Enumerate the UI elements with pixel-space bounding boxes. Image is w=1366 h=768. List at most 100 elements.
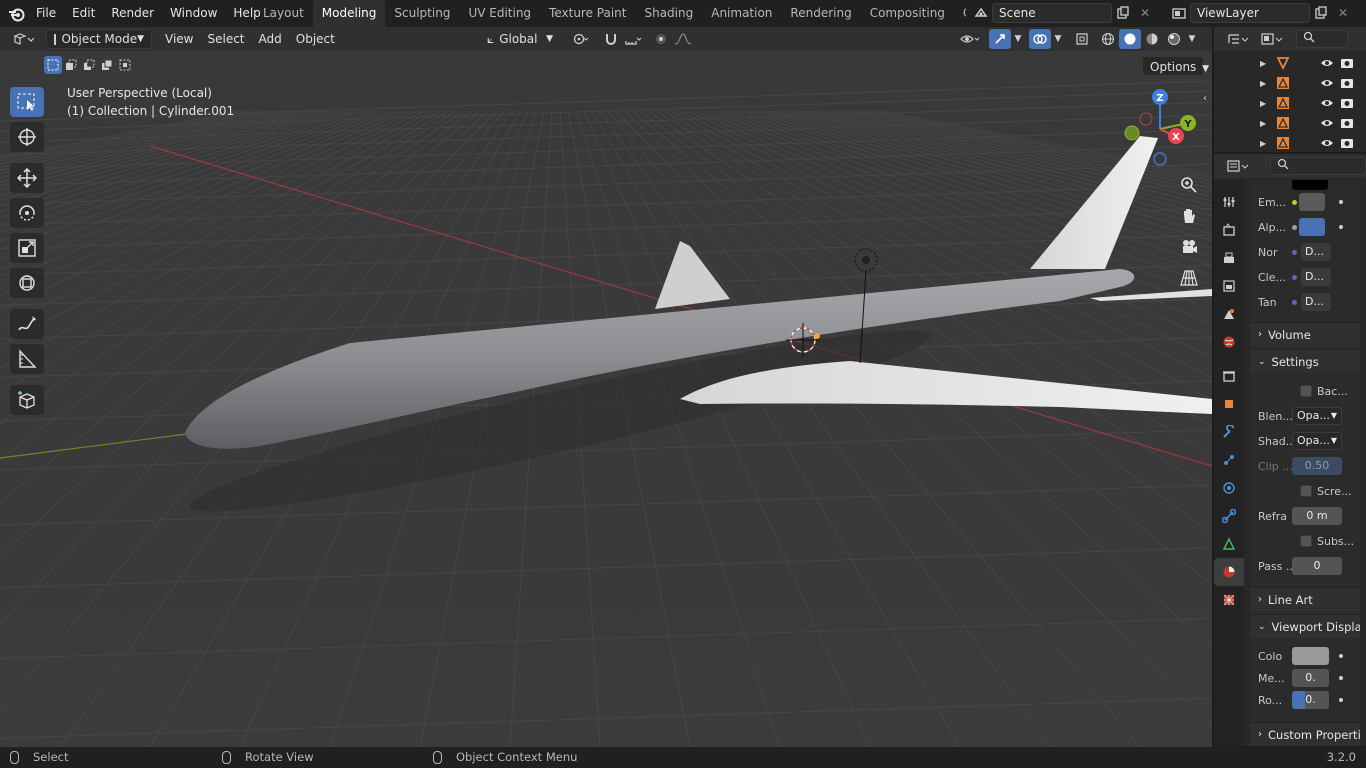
pan-hand-icon[interactable]: [1175, 202, 1203, 230]
select-box-icon[interactable]: [10, 87, 44, 117]
keyframe-dot-icon[interactable]: [1339, 654, 1343, 658]
wireframe-shading-icon[interactable]: [1097, 29, 1119, 49]
disclosure-triangle-icon[interactable]: ▶: [1260, 119, 1266, 128]
annotate-icon[interactable]: [10, 309, 44, 339]
keyframe-dot-icon[interactable]: [1339, 698, 1343, 702]
menu-render[interactable]: Render: [103, 0, 162, 27]
pass-index-field[interactable]: 0: [1292, 557, 1342, 575]
tab-rendering[interactable]: Rendering: [781, 0, 860, 27]
proportional-edit-icon[interactable]: [650, 29, 672, 49]
perspective-toggle-icon[interactable]: [1175, 264, 1203, 292]
viewport-color-swatch[interactable]: [1292, 647, 1329, 665]
new-scene-icon[interactable]: [1112, 3, 1134, 23]
eye-icon[interactable]: [1320, 136, 1334, 153]
view-layer-tab-icon[interactable]: [1214, 272, 1244, 300]
menu-add[interactable]: Add: [252, 29, 289, 49]
menu-file[interactable]: File: [28, 0, 64, 27]
options-button[interactable]: Options ▼: [1142, 56, 1209, 76]
camera-render-icon[interactable]: [1340, 136, 1354, 153]
outliner-row[interactable]: ▶: [1214, 73, 1366, 93]
outliner-search-field[interactable]: [1296, 30, 1348, 48]
editor-type-icon[interactable]: [8, 29, 40, 49]
outliner-row[interactable]: ▶: [1214, 53, 1366, 73]
menu-view[interactable]: View: [158, 29, 200, 49]
blender-logo-icon[interactable]: [8, 6, 26, 25]
material-tab-icon[interactable]: [1214, 558, 1244, 586]
remove-scene-icon[interactable]: ✕: [1134, 3, 1156, 23]
navigation-gizmo[interactable]: Z Y X: [1118, 87, 1202, 171]
keyframe-dot-icon[interactable]: [1339, 200, 1343, 204]
camera-render-icon[interactable]: [1340, 56, 1354, 73]
subsurface-translucency-checkbox[interactable]: [1300, 535, 1312, 547]
tab-layout[interactable]: Layout: [254, 0, 313, 27]
menu-window[interactable]: Window: [162, 0, 225, 27]
visibility-icon[interactable]: [955, 29, 985, 49]
solid-shading-icon[interactable]: [1119, 29, 1141, 49]
shadow-mode-select[interactable]: Opa... ▼: [1292, 432, 1342, 450]
modifier-tab-icon[interactable]: [1214, 418, 1244, 446]
remove-viewlayer-icon[interactable]: ✕: [1332, 3, 1354, 23]
falloff-icon[interactable]: [672, 29, 694, 49]
normal-field[interactable]: D...: [1301, 243, 1331, 261]
camera-render-icon[interactable]: [1340, 116, 1354, 133]
line-art-panel-header[interactable]: › Line Art: [1250, 587, 1360, 611]
keyframe-dot-icon[interactable]: [1339, 676, 1343, 680]
emission-color-field[interactable]: [1299, 193, 1325, 211]
camera-view-icon[interactable]: [1175, 233, 1203, 261]
properties-editor-type-icon[interactable]: [1222, 156, 1254, 176]
properties-search-field[interactable]: [1270, 157, 1366, 175]
3d-viewport[interactable]: User Perspective (Local) (1) Collection …: [0, 51, 1212, 747]
tab-modeling[interactable]: Modeling: [312, 0, 386, 27]
display-mode-icon[interactable]: [1256, 29, 1288, 49]
volume-panel-header[interactable]: › Volume: [1250, 322, 1360, 346]
select-subtract-icon[interactable]: [80, 56, 98, 74]
physics-tab-icon[interactable]: [1214, 474, 1244, 502]
object-tab-icon[interactable]: [1214, 390, 1244, 418]
overlays-dropdown-icon[interactable]: ▼: [1051, 29, 1065, 49]
menu-object[interactable]: Object: [289, 29, 342, 49]
outliner-editor-type-icon[interactable]: [1222, 29, 1254, 49]
data-tab-icon[interactable]: [1214, 530, 1244, 558]
scene-tab-icon[interactable]: [1214, 300, 1244, 328]
eye-icon[interactable]: [1320, 56, 1334, 73]
measure-icon[interactable]: [10, 344, 44, 374]
render-tab-icon[interactable]: [1214, 216, 1244, 244]
constraints-tab-icon[interactable]: [1214, 502, 1244, 530]
viewport-display-panel-header[interactable]: ⌄ Viewport Display: [1250, 614, 1360, 638]
move-icon[interactable]: [10, 163, 44, 193]
disclosure-triangle-icon[interactable]: ▶: [1260, 79, 1266, 88]
orientation-selector[interactable]: ⟀ Global ▼: [480, 29, 560, 49]
mode-selector[interactable]: Object Mode ▼: [46, 29, 152, 49]
world-tab-icon[interactable]: [1214, 328, 1244, 356]
tab-texture-paint[interactable]: Texture Paint: [540, 0, 635, 27]
scene-icon[interactable]: [970, 3, 992, 23]
keyframe-dot-icon[interactable]: [1339, 225, 1343, 229]
add-cube-icon[interactable]: [10, 385, 44, 415]
blend-mode-select[interactable]: Opa... ▼: [1292, 407, 1342, 425]
disclosure-triangle-icon[interactable]: ▶: [1260, 59, 1266, 68]
transform-icon[interactable]: [10, 268, 44, 298]
select-new-icon[interactable]: [44, 56, 62, 74]
tab-uv-editing[interactable]: UV Editing: [459, 0, 540, 27]
backface-culling-checkbox[interactable]: [1300, 385, 1312, 397]
outliner-row[interactable]: ▶: [1214, 133, 1366, 153]
scale-icon[interactable]: [10, 233, 44, 263]
scene-name-field[interactable]: Scene: [992, 3, 1112, 23]
material-shading-icon[interactable]: [1141, 29, 1163, 49]
disclosure-triangle-icon[interactable]: ▶: [1260, 99, 1266, 108]
tab-animation[interactable]: Animation: [702, 0, 781, 27]
menu-select[interactable]: Select: [200, 29, 251, 49]
select-intersect-icon[interactable]: [116, 56, 134, 74]
gizmo-toggle-icon[interactable]: [989, 29, 1011, 49]
base-color-swatch[interactable]: [1292, 180, 1328, 190]
snap-icon[interactable]: [600, 29, 622, 49]
snap-target-icon[interactable]: [622, 29, 644, 49]
screen-space-refraction-checkbox[interactable]: [1300, 485, 1312, 497]
collection-tab-icon[interactable]: [1214, 362, 1244, 390]
outliner-row[interactable]: ▶: [1214, 93, 1366, 113]
shading-dropdown-icon[interactable]: ▼: [1185, 29, 1199, 49]
camera-render-icon[interactable]: [1340, 76, 1354, 93]
tab-compositing[interactable]: Compositing: [861, 0, 954, 27]
rotate-icon[interactable]: [10, 198, 44, 228]
disclosure-triangle-icon[interactable]: ▶: [1260, 139, 1266, 148]
